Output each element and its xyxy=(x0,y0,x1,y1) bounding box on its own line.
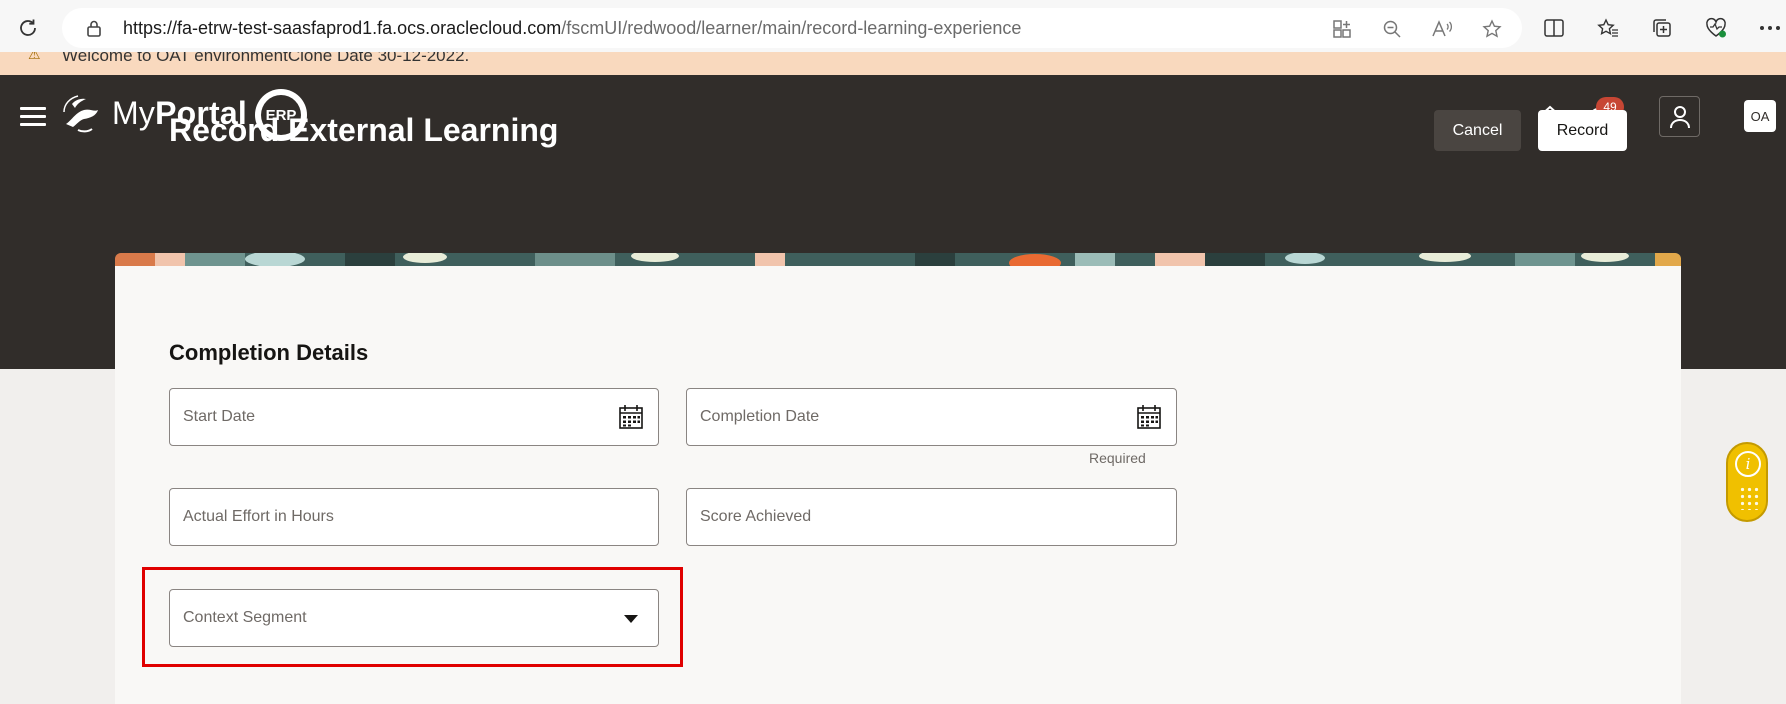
user-avatar[interactable]: OA xyxy=(1744,100,1776,132)
zoom-out-icon[interactable] xyxy=(1380,17,1404,41)
app-available-icon[interactable] xyxy=(1330,17,1354,41)
council-logo-icon[interactable] xyxy=(58,90,106,138)
record-button[interactable]: Record xyxy=(1538,110,1627,151)
start-date-field[interactable]: Start Date xyxy=(169,388,659,446)
completion-date-field[interactable]: Completion Date xyxy=(686,388,1177,446)
environment-notice-banner: ⚠ Welcome to OAT environmentClone Date 3… xyxy=(0,52,1786,75)
notice-text: Welcome to OAT environmentClone Date 30-… xyxy=(62,52,470,65)
score-achieved-field[interactable]: Score Achieved xyxy=(686,488,1177,546)
browser-essentials-icon[interactable] xyxy=(1704,16,1728,40)
reload-icon[interactable] xyxy=(14,14,42,42)
user-icon[interactable] xyxy=(1659,96,1700,137)
collections-icon[interactable] xyxy=(1650,16,1674,40)
calendar-icon[interactable] xyxy=(1136,404,1162,430)
lock-icon[interactable] xyxy=(84,18,104,38)
score-achieved-label: Score Achieved xyxy=(700,508,812,525)
calendar-icon[interactable] xyxy=(618,404,644,430)
favorites-icon[interactable] xyxy=(1596,16,1620,40)
drag-handle-icon[interactable] xyxy=(1739,486,1759,510)
help-widget[interactable]: i xyxy=(1726,442,1768,522)
highlight-box xyxy=(142,567,683,667)
info-icon[interactable]: i xyxy=(1735,451,1761,477)
page-title: Record External Learning xyxy=(169,112,559,148)
completion-date-label: Completion Date xyxy=(700,408,820,425)
favorite-star-icon[interactable] xyxy=(1480,17,1504,41)
effort-hours-label: Actual Effort in Hours xyxy=(183,508,334,525)
url-text: https://fa-etrw-test-saasfaprod1.fa.ocs.… xyxy=(123,18,1022,38)
decorative-banner xyxy=(115,253,1681,267)
hamburger-menu-icon[interactable] xyxy=(20,107,46,127)
section-title: Completion Details xyxy=(169,340,369,365)
cancel-button[interactable]: Cancel xyxy=(1434,110,1521,151)
more-options-icon[interactable] xyxy=(1758,16,1782,40)
effort-hours-field[interactable]: Actual Effort in Hours xyxy=(169,488,659,546)
required-hint: Required xyxy=(1089,450,1146,466)
read-aloud-icon[interactable] xyxy=(1430,17,1454,41)
address-bar[interactable]: https://fa-etrw-test-saasfaprod1.fa.ocs.… xyxy=(62,8,1522,48)
warning-icon: ⚠ xyxy=(28,52,41,62)
split-screen-icon[interactable] xyxy=(1542,16,1566,40)
start-date-label: Start Date xyxy=(183,408,256,425)
browser-toolbar: https://fa-etrw-test-saasfaprod1.fa.ocs.… xyxy=(0,0,1786,56)
